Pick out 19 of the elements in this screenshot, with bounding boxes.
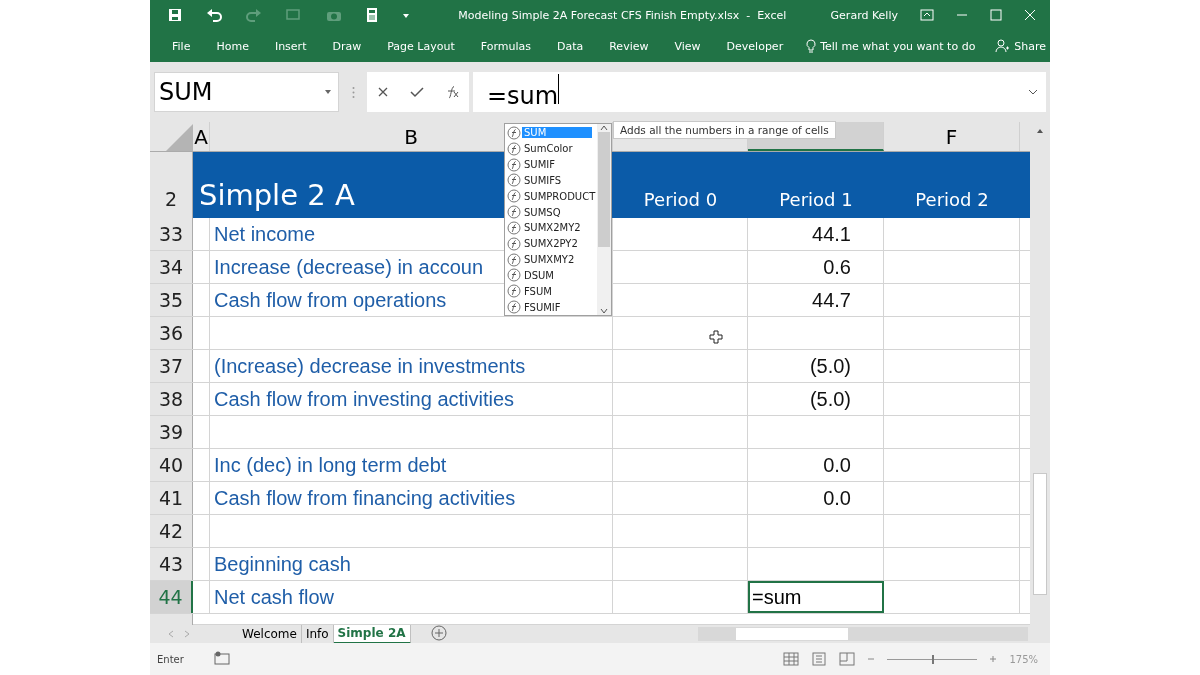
status-mode: Enter <box>157 653 184 665</box>
cell-value: 0.6 <box>823 255 851 279</box>
row-label: Beginning cash <box>213 552 351 576</box>
row-label: Net income <box>213 222 316 246</box>
cell-value: 0.0 <box>823 486 851 510</box>
window-title: Modeling Simple 2A Forecast CFS Finish Empty.xlsx - Excel <box>457 8 788 22</box>
cell-value: 44.7 <box>812 288 851 312</box>
cell-value: (5.0) <box>809 387 851 411</box>
row-label: (Increase) decrease in investments <box>213 354 526 378</box>
row-label: Inc (dec) in long term debt <box>213 453 447 477</box>
row-label: Increase (decrease) in accoun <box>213 255 484 279</box>
cell-value: 44.1 <box>812 222 851 246</box>
row-label: Cash flow from operations <box>213 288 447 312</box>
row-label: Cash flow from financing activities <box>213 486 516 510</box>
row-label: Net cash flow <box>213 585 335 609</box>
function-tooltip: Adds all the numbers in a range of cells <box>613 121 836 139</box>
cell-value: (5.0) <box>809 354 851 378</box>
row-label: Cash flow from investing activities <box>213 387 515 411</box>
cell-value: 0.0 <box>823 453 851 477</box>
